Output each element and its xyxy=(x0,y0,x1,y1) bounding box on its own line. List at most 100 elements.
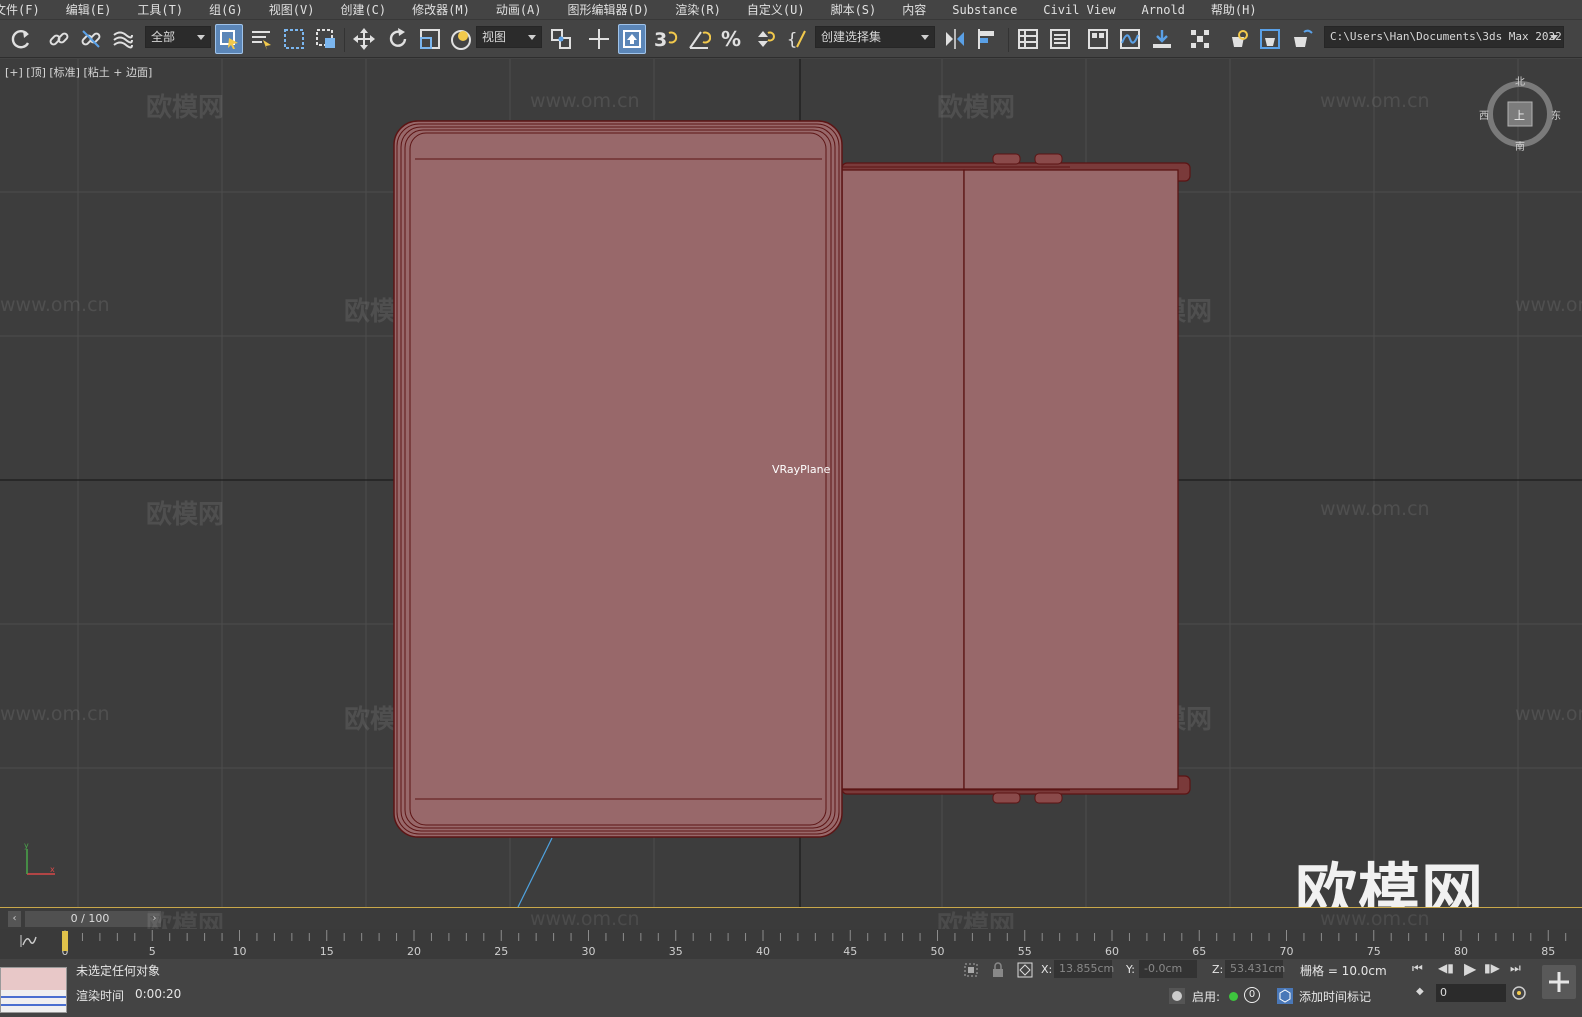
track-tick-label: 5 xyxy=(149,945,156,958)
menu-item[interactable]: 视图(V) xyxy=(256,0,328,19)
track-ruler[interactable]: 0 5 10 15 20 25 30 35 40 45 50 55 60 65 70 75 80 85 xyxy=(60,929,1582,959)
menu-item[interactable]: 动画(A) xyxy=(483,0,555,19)
frame-counter[interactable]: 0 / 100 xyxy=(25,911,155,927)
current-frame-field[interactable]: 0 xyxy=(1436,984,1506,1002)
previous-frame-icon[interactable]: ◀▮ xyxy=(1438,961,1454,975)
menu-item[interactable]: 内容 xyxy=(889,0,939,19)
bind-space-warp-icon[interactable] xyxy=(109,24,137,54)
select-object-icon[interactable] xyxy=(215,24,243,54)
menu-item[interactable]: 修改器(M) xyxy=(399,0,483,19)
viewcube-top-face[interactable]: 上 xyxy=(1514,107,1525,123)
menu-item[interactable]: 渲染(R) xyxy=(662,0,734,19)
keyboard-shortcut-override-icon[interactable] xyxy=(618,24,646,54)
menu-item[interactable]: 文件(F) xyxy=(0,0,53,19)
viewcube[interactable]: 北 南 西 东 上 xyxy=(1479,73,1561,153)
rendered-frame-window-icon[interactable] xyxy=(1256,24,1284,54)
viewcube-east[interactable]: 东 xyxy=(1551,107,1561,122)
svg-text:{: { xyxy=(787,30,797,50)
time-slider[interactable]: ‹ 0 / 100 › 欧模网 www.om.cn 欧模网 www.om.cn xyxy=(0,907,1582,941)
named-selection-dropdown[interactable]: 创建选择集 xyxy=(815,26,935,48)
adaptive-degradation-icon[interactable] xyxy=(1168,987,1186,1005)
menu-item[interactable]: 脚本(S) xyxy=(818,0,890,19)
menu-item[interactable]: Substance xyxy=(939,0,1030,19)
link-icon[interactable] xyxy=(45,24,73,54)
rectangular-selection-icon[interactable] xyxy=(280,24,308,54)
curve-editor-icon[interactable] xyxy=(1116,24,1144,54)
select-manipulate-icon[interactable] xyxy=(585,24,613,54)
selection-filter-dropdown[interactable]: 全部 xyxy=(145,26,211,48)
reference-coordinate-dropdown[interactable]: 视图 xyxy=(476,26,542,48)
play-icon[interactable]: ▶ xyxy=(1464,959,1476,978)
watermark-url: www.om.cn xyxy=(1320,908,1430,930)
selection-lock-icon[interactable] xyxy=(990,962,1006,978)
move-icon[interactable] xyxy=(350,24,378,54)
pivot-center-icon[interactable] xyxy=(547,24,575,54)
time-tag-icon[interactable] xyxy=(1276,987,1294,1005)
snaps-toggle-icon[interactable]: 3 xyxy=(652,24,680,54)
y-coord-field[interactable]: -0.0cm xyxy=(1139,960,1197,978)
track-tick-label: 15 xyxy=(320,945,334,958)
curve-editor-mini-icon[interactable] xyxy=(18,933,38,949)
maxscript-listener-preview[interactable] xyxy=(0,967,67,1013)
rotate-icon[interactable] xyxy=(384,24,412,54)
edit-named-selection-icon[interactable]: { xyxy=(785,24,811,54)
svg-text:y: y xyxy=(24,841,29,850)
add-icon[interactable] xyxy=(1542,965,1576,999)
scale-icon[interactable] xyxy=(416,24,444,54)
goto-end-icon[interactable]: ⏭ xyxy=(1510,961,1521,976)
mirror-icon[interactable] xyxy=(941,24,969,54)
site-logo: 欧模网 xyxy=(1295,856,1485,907)
menu-item[interactable]: Civil View xyxy=(1030,0,1128,19)
menu-item[interactable]: 创建(C) xyxy=(327,0,399,19)
track-bar[interactable]: 0 5 10 15 20 25 30 35 40 45 50 55 60 65 70 75 80 85 xyxy=(0,929,1582,959)
track-tick-label: 45 xyxy=(843,945,857,958)
align-icon[interactable] xyxy=(975,24,1003,54)
x-coord-field[interactable]: 13.855cm xyxy=(1054,960,1114,978)
viewcube-south[interactable]: 南 xyxy=(1515,138,1525,153)
absolute-mode-icon[interactable] xyxy=(1017,962,1033,978)
track-tick-label: 70 xyxy=(1280,945,1294,958)
top-viewport[interactable]: 欧模网 www.om.cn 欧模网 www.om.cn www.om.cn 欧模… xyxy=(0,59,1582,907)
menu-item[interactable]: 组(G) xyxy=(196,0,256,19)
redo-icon[interactable] xyxy=(6,24,36,54)
add-time-tag-label[interactable]: 添加时间标记 xyxy=(1299,988,1371,1005)
select-by-name-icon[interactable] xyxy=(247,24,275,54)
render-setup-icon[interactable] xyxy=(1224,24,1252,54)
menu-item[interactable]: 自定义(U) xyxy=(734,0,818,19)
menu-item[interactable]: Arnold xyxy=(1129,0,1198,19)
percent-snap-icon[interactable]: % xyxy=(717,24,745,54)
menu-bar: 文件(F)编辑(E)工具(T)组(G)视图(V)创建(C)修改器(M)动画(A)… xyxy=(0,0,1582,20)
viewcube-north[interactable]: 北 xyxy=(1515,73,1525,88)
isolate-selection-icon[interactable] xyxy=(963,962,979,978)
window-crossing-icon[interactable] xyxy=(312,24,340,54)
layer-explorer-icon[interactable] xyxy=(1046,24,1074,54)
next-frame-icon[interactable]: ▮▶ xyxy=(1484,961,1500,975)
spinner-snap-icon[interactable] xyxy=(749,24,777,54)
enable-label: 启用: xyxy=(1192,990,1221,1004)
time-slider-prev-icon[interactable]: ‹ xyxy=(8,911,21,927)
z-coord-field[interactable]: 53.431cm xyxy=(1225,960,1285,978)
viewport-label[interactable]: [+] [顶] [标准] [粘土 + 边面] xyxy=(5,64,152,80)
time-config-icon[interactable] xyxy=(1511,985,1527,1001)
key-mode-icon[interactable]: ◆ xyxy=(1416,986,1424,997)
menu-item[interactable]: 编辑(E) xyxy=(53,0,125,19)
material-editor-icon[interactable] xyxy=(1186,24,1214,54)
project-path-dropdown[interactable]: C:\Users\Han\Documents\3ds Max 2022 xyxy=(1324,26,1564,48)
menu-item[interactable]: 工具(T) xyxy=(124,0,196,19)
menu-item[interactable]: 帮助(H) xyxy=(1198,0,1270,19)
render-production-icon[interactable] xyxy=(1288,24,1316,54)
viewcube-west[interactable]: 西 xyxy=(1479,107,1489,122)
unlink-icon[interactable] xyxy=(77,24,105,54)
place-icon[interactable] xyxy=(447,24,475,54)
scene-explorer-icon[interactable] xyxy=(1014,24,1042,54)
time-marker[interactable] xyxy=(62,931,68,951)
schematic-view-icon[interactable] xyxy=(1148,24,1176,54)
vray-plane-edge xyxy=(517,837,553,907)
named-selection-value: 创建选择集 xyxy=(821,30,882,44)
goto-start-icon[interactable]: ⏮ xyxy=(1412,961,1423,976)
ribbon-toggle-icon[interactable] xyxy=(1084,24,1112,54)
track-tick-label: 85 xyxy=(1541,945,1555,958)
angle-snap-icon[interactable] xyxy=(685,24,713,54)
menu-item[interactable]: 图形编辑器(D) xyxy=(555,0,663,19)
vray-plane-object[interactable] xyxy=(393,120,843,838)
